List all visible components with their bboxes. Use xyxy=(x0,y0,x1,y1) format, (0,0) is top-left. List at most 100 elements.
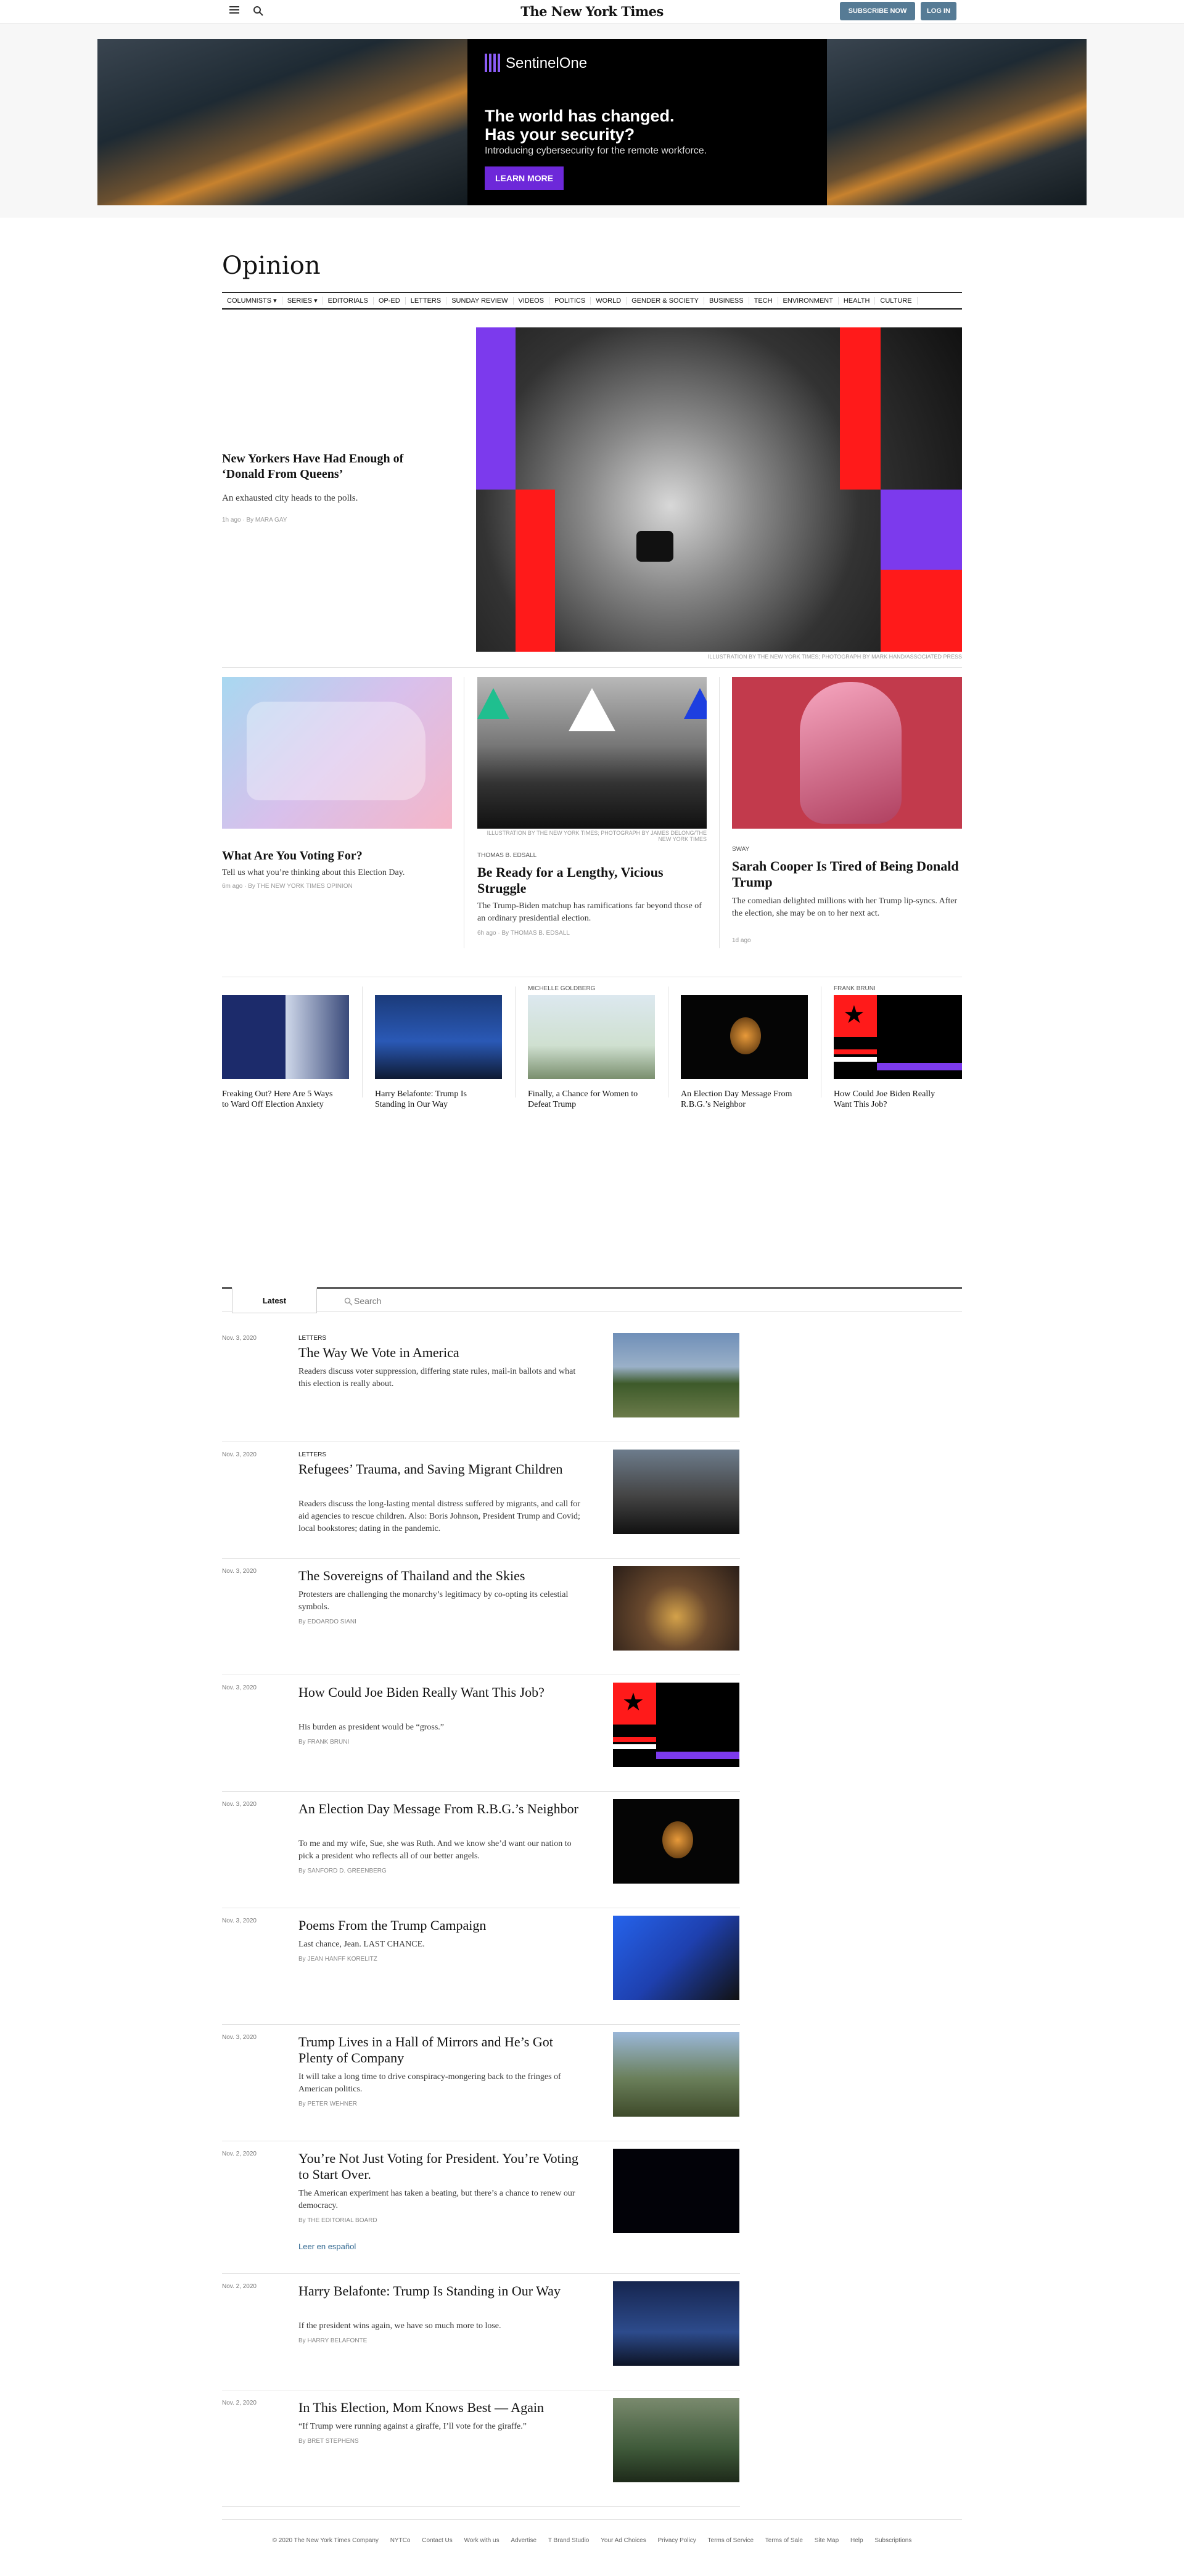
latest-item[interactable]: Nov. 3, 2020 LETTERS Refugees’ Trauma, and… xyxy=(222,1442,740,1559)
item-title[interactable]: How Could Joe Biden Really Want This Job… xyxy=(298,1684,588,1700)
card-1-summary: Tell us what you’re thinking about this … xyxy=(222,868,405,877)
item-title[interactable]: The Sovereigns of Thailand and the Skies xyxy=(298,1568,588,1584)
small-5-title[interactable]: How Could Joe Biden Really Want This Job… xyxy=(834,1089,951,1110)
small-image-5[interactable]: ★ xyxy=(834,995,962,1079)
card-image-struggle[interactable] xyxy=(477,677,707,829)
nav-environment[interactable]: ENVIRONMENT xyxy=(778,297,839,305)
latest-item[interactable]: Nov. 3, 2020 Poems From the Trump Campaig… xyxy=(222,1908,740,2025)
item-date: Nov. 3, 2020 xyxy=(222,1335,257,1342)
lead-headline[interactable]: New Yorkers Have Had Enough of ‘Donald F… xyxy=(222,451,444,482)
item-title[interactable]: In This Election, Mom Knows Best — Again xyxy=(298,2400,588,2416)
nav-culture[interactable]: CULTURE xyxy=(875,297,918,305)
small-image-1[interactable] xyxy=(222,995,349,1079)
card-2-title[interactable]: Be Ready for a Lengthy, Vicious Struggle xyxy=(477,864,707,896)
footer-link-sitemap[interactable]: Site Map xyxy=(815,2537,839,2544)
small-image-3[interactable] xyxy=(528,995,655,1079)
card-image-voting[interactable] xyxy=(222,677,452,829)
card-3-title[interactable]: Sarah Cooper Is Tired of Being Donald Tr… xyxy=(732,858,962,890)
small-4-title[interactable]: An Election Day Message From R.B.G.’s Ne… xyxy=(681,1089,798,1110)
item-title[interactable]: An Election Day Message From R.B.G.’s Ne… xyxy=(298,1801,588,1817)
ad-learn-more-button[interactable]: LEARN MORE xyxy=(485,166,564,190)
item-title[interactable]: The Way We Vote in America xyxy=(298,1345,588,1361)
footer-link-advertise[interactable]: Advertise xyxy=(511,2537,536,2544)
item-title[interactable]: Refugees’ Trauma, and Saving Migrant Chi… xyxy=(298,1461,588,1477)
footer-link-nytco[interactable]: NYTCo xyxy=(390,2537,411,2544)
top-bar: The New York Times SUBSCRIBE NOW LOG IN xyxy=(0,0,1184,23)
card-image-sarah-cooper[interactable] xyxy=(732,677,962,829)
small-3-title[interactable]: Finally, a Chance for Women to Defeat Tr… xyxy=(528,1089,645,1110)
nav-letters[interactable]: LETTERS xyxy=(406,297,447,305)
nav-health[interactable]: HEALTH xyxy=(839,297,876,305)
latest-item[interactable]: Nov. 3, 2020 An Election Day Message From… xyxy=(222,1792,740,1908)
item-date: Nov. 3, 2020 xyxy=(222,1684,257,1691)
sentinelone-ad[interactable]: SentinelOne The world has changed. Has yo… xyxy=(97,39,1087,205)
item-title[interactable]: You’re Not Just Voting for President. Yo… xyxy=(298,2151,588,2183)
item-translation-link[interactable]: Leer en español xyxy=(298,2242,356,2251)
item-title[interactable]: Harry Belafonte: Trump Is Standing in Ou… xyxy=(298,2283,588,2299)
item-title[interactable]: Poems From the Trump Campaign xyxy=(298,1918,588,1934)
nav-world[interactable]: WORLD xyxy=(591,297,627,305)
nav-gender-society[interactable]: GENDER & SOCIETY xyxy=(627,297,704,305)
item-kicker[interactable]: LETTERS xyxy=(298,1335,326,1342)
item-image[interactable]: ★ xyxy=(613,1683,739,1767)
latest-item[interactable]: Nov. 3, 2020 How Could Joe Biden Really W… xyxy=(222,1675,740,1792)
nav-editorials[interactable]: EDITORIALS xyxy=(323,297,374,305)
footer-link-subscriptions[interactable]: Subscriptions xyxy=(874,2537,911,2544)
card-2-kicker[interactable]: THOMAS B. EDSALL xyxy=(477,852,536,859)
small-3-kicker[interactable]: MICHELLE GOLDBERG xyxy=(528,985,595,992)
item-image[interactable] xyxy=(613,2398,739,2482)
footer-link-tbrand[interactable]: T Brand Studio xyxy=(548,2537,590,2544)
small-2-title[interactable]: Harry Belafonte: Trump Is Standing in Ou… xyxy=(375,1089,492,1110)
small-image-2[interactable] xyxy=(375,995,502,1079)
login-button[interactable]: LOG IN xyxy=(921,2,956,20)
footer-link-contact[interactable]: Contact Us xyxy=(422,2537,452,2544)
item-date: Nov. 3, 2020 xyxy=(222,1801,257,1808)
item-date: Nov. 3, 2020 xyxy=(222,2034,257,2041)
item-byline: By SANFORD D. GREENBERG xyxy=(298,1868,387,1874)
latest-item[interactable]: Nov. 3, 2020 LETTERS The Way We Vote in Am… xyxy=(222,1326,740,1442)
item-image[interactable] xyxy=(613,2149,739,2233)
nav-politics[interactable]: POLITICS xyxy=(549,297,591,305)
footer-link-adchoices[interactable]: Your Ad Choices xyxy=(601,2537,646,2544)
item-image[interactable] xyxy=(613,1333,739,1417)
subscribe-button[interactable]: SUBSCRIBE NOW xyxy=(840,2,915,20)
footer-link-work[interactable]: Work with us xyxy=(464,2537,500,2544)
latest-item[interactable]: Nov. 3, 2020 The Sovereigns of Thailand a… xyxy=(222,1559,740,1675)
small-1-title[interactable]: Freaking Out? Here Are 5 Ways to Ward Of… xyxy=(222,1089,339,1110)
item-title[interactable]: Trump Lives in a Hall of Mirrors and He’… xyxy=(298,2034,588,2066)
item-image[interactable] xyxy=(613,1450,739,1534)
card-1-title[interactable]: What Are You Voting For? xyxy=(222,848,452,863)
footer-link-privacy[interactable]: Privacy Policy xyxy=(658,2537,696,2544)
section-title[interactable]: Opinion xyxy=(222,252,321,280)
latest-search-input[interactable] xyxy=(339,1293,524,1309)
nav-series[interactable]: SERIES ▾ xyxy=(282,297,323,305)
latest-tabs: Latest xyxy=(222,1287,962,1313)
footer-link-tos[interactable]: Terms of Service xyxy=(708,2537,754,2544)
nav-op-ed[interactable]: OP-ED xyxy=(374,297,406,305)
card-2-summary: The Trump-Biden matchup has ramification… xyxy=(477,901,702,923)
lead-image-caption: ILLUSTRATION BY THE NEW YORK TIMES; PHOT… xyxy=(707,654,962,660)
item-image[interactable] xyxy=(613,2281,739,2366)
card-3-kicker[interactable]: SWAY xyxy=(732,846,749,853)
item-image[interactable] xyxy=(613,1916,739,2000)
latest-item[interactable]: Nov. 2, 2020 Harry Belafonte: Trump Is St… xyxy=(222,2274,740,2390)
item-image[interactable] xyxy=(613,2032,739,2117)
lead-image[interactable] xyxy=(476,327,962,652)
item-kicker[interactable]: LETTERS xyxy=(298,1451,326,1458)
footer-link-help[interactable]: Help xyxy=(850,2537,863,2544)
nav-videos[interactable]: VIDEOS xyxy=(514,297,550,305)
latest-item[interactable]: Nov. 2, 2020 In This Election, Mom Knows … xyxy=(222,2390,740,2507)
item-image[interactable] xyxy=(613,1799,739,1884)
small-image-4[interactable] xyxy=(681,995,808,1079)
nav-columnists[interactable]: COLUMNISTS ▾ xyxy=(222,297,282,305)
footer-link-tosale[interactable]: Terms of Sale xyxy=(765,2537,803,2544)
tab-latest[interactable]: Latest xyxy=(232,1287,317,1313)
item-image[interactable] xyxy=(613,1566,739,1651)
latest-item[interactable]: Nov. 2, 2020 You’re Not Just Voting for P… xyxy=(222,2141,740,2274)
latest-item[interactable]: Nov. 3, 2020 Trump Lives in a Hall of Mir… xyxy=(222,2025,740,2141)
nav-tech[interactable]: TECH xyxy=(749,297,778,305)
nav-business[interactable]: BUSINESS xyxy=(704,297,749,305)
nyt-logo[interactable]: The New York Times xyxy=(0,4,1184,19)
small-5-kicker[interactable]: FRANK BRUNI xyxy=(834,985,876,992)
nav-sunday-review[interactable]: SUNDAY REVIEW xyxy=(446,297,514,305)
